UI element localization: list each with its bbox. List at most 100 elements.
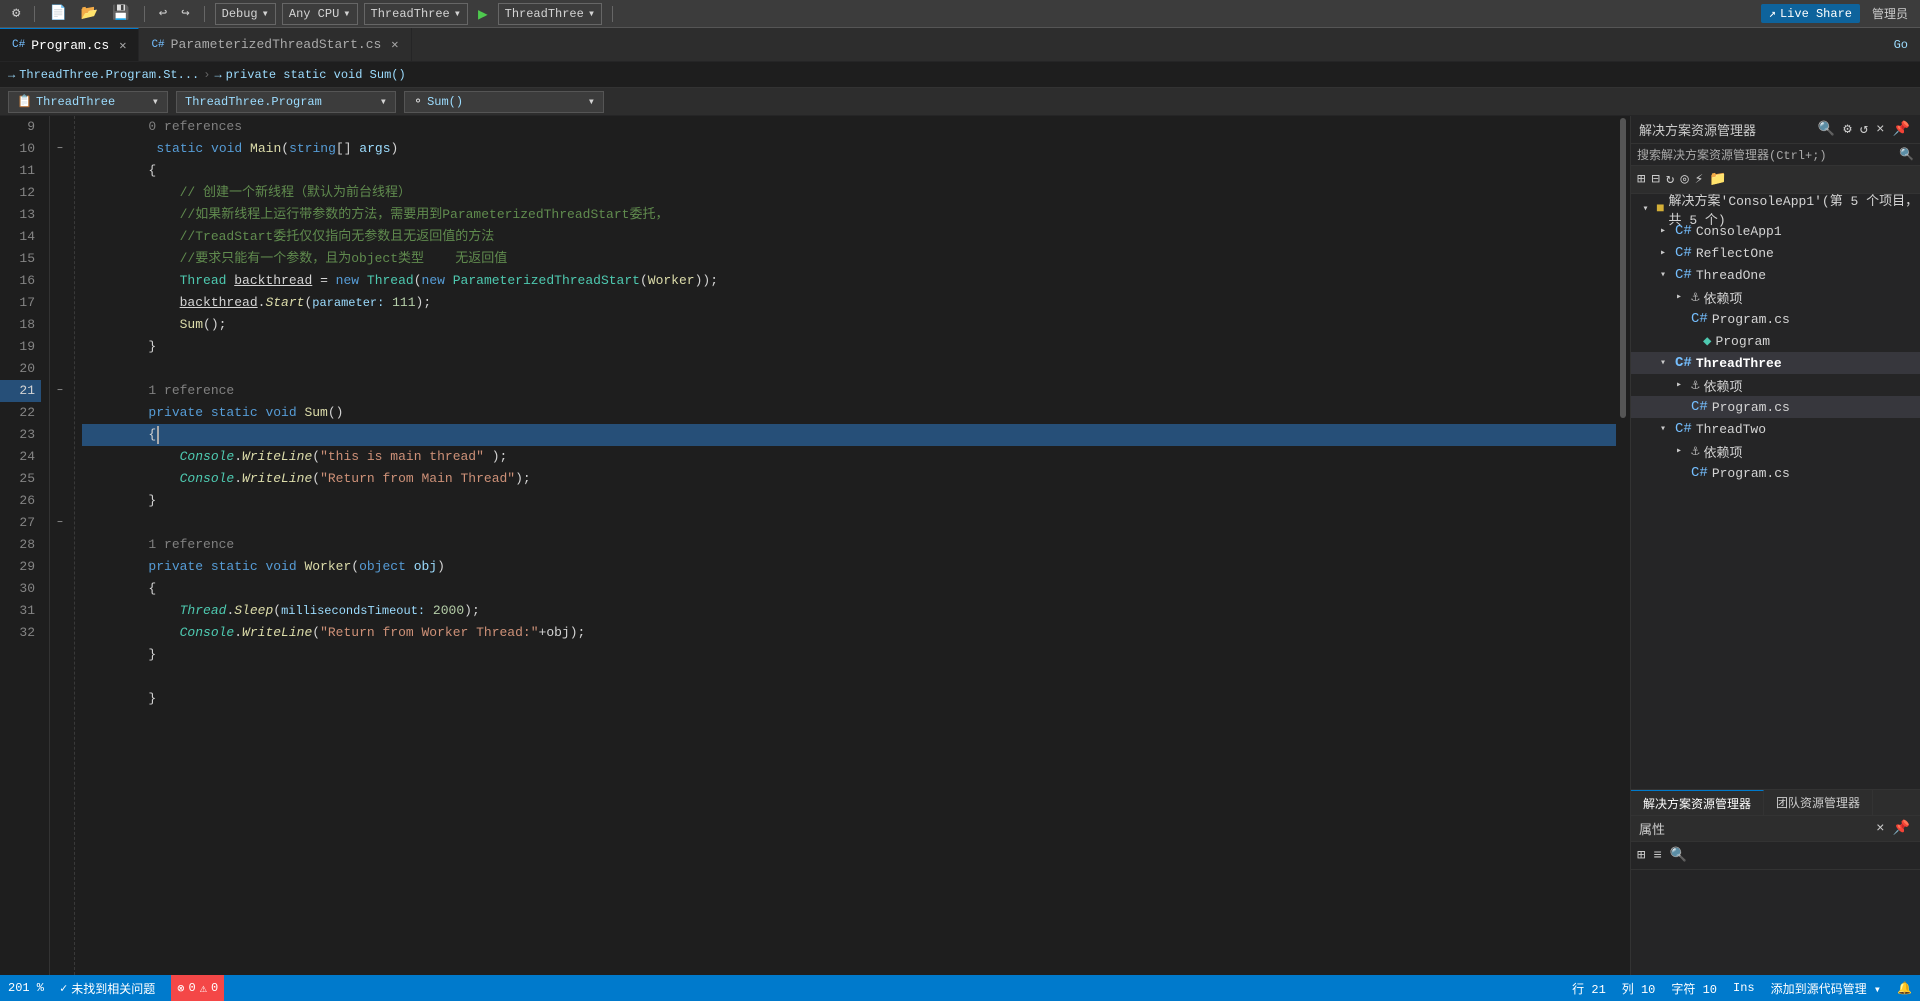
panel-refresh-icon[interactable]: ↺ (1858, 119, 1870, 140)
new-file-icon[interactable]: 📄 (45, 3, 70, 24)
code-line-9[interactable]: static void Main(string[] args) (82, 138, 1616, 160)
code-line-30[interactable]: } (82, 644, 1616, 666)
tree-icon-deps2: ⚓ (1691, 377, 1699, 394)
prop-close-icon[interactable]: × (1874, 819, 1886, 839)
debug-dropdown[interactable]: Debug ▾ (215, 3, 276, 25)
sol-toolbar-icon6[interactable]: 📁 (1707, 169, 1728, 190)
code-line-31[interactable] (82, 666, 1616, 688)
code-line-25[interactable] (82, 512, 1616, 534)
tree-threadone[interactable]: ▾ C# ThreadOne (1631, 264, 1920, 286)
code-line-10[interactable]: { (82, 160, 1616, 182)
cpu-dropdown[interactable]: Any CPU ▾ (282, 3, 358, 25)
code-line-32[interactable]: } (82, 688, 1616, 710)
nav-class-dropdown[interactable]: ThreadThree.Program ▾ (176, 91, 396, 113)
tree-expand-programcs3 (1671, 468, 1687, 479)
tab-bar: C# Program.cs ✕ C# ParameterizedThreadSt… (0, 28, 1920, 62)
sol-toolbar-icon2[interactable]: ⊟ (1649, 169, 1661, 190)
play-button[interactable]: ▶ (474, 2, 492, 26)
tree-reflectone[interactable]: ▸ C# ReflectOne (1631, 242, 1920, 264)
code-line-20[interactable]: private static void Sum() (82, 402, 1616, 424)
code-line-26[interactable]: private static void Worker(object obj) (82, 556, 1616, 578)
tab-close-inactive[interactable]: ✕ (391, 37, 398, 52)
sol-toolbar-icon3[interactable]: ↻ (1664, 169, 1676, 190)
search-var-icon[interactable]: 🔍 (1899, 147, 1914, 162)
tree-solution-root[interactable]: ▾ ■ 解决方案'ConsoleApp1'(第 5 个项目，共 5 个) (1631, 198, 1920, 220)
panel-search-icon[interactable]: 🔍 (1816, 119, 1837, 140)
code-line-28[interactable]: Thread.Sleep(millisecondsTimeout: 2000); (82, 600, 1616, 622)
manage-label[interactable]: 管理员 (1868, 3, 1912, 24)
redo-icon[interactable]: ↪ (177, 3, 193, 24)
code-line-23[interactable]: Console.WriteLine("Return from Main Thre… (82, 468, 1616, 490)
code-line-13[interactable]: //TreadStart委托仅仅指向无参数且无返回值的方法 (82, 226, 1616, 248)
editor-scrollbar[interactable] (1616, 116, 1630, 975)
tree-threadtwo-programcs[interactable]: C# Program.cs (1631, 462, 1920, 484)
thread-dropdown[interactable]: ThreadThree ▾ (364, 3, 468, 25)
prop-toolbar-icon3[interactable]: 🔍 (1668, 845, 1689, 866)
code-line-29[interactable]: Console.WriteLine("Return from Worker Th… (82, 622, 1616, 644)
code-line-22[interactable]: Console.WriteLine("this is main thread" … (82, 446, 1616, 468)
tree-threadthree-programcs[interactable]: C# Program.cs (1631, 396, 1920, 418)
sol-toolbar-icon1[interactable]: ⊞ (1635, 169, 1647, 190)
tab-parameterized[interactable]: C# ParameterizedThreadStart.cs ✕ (139, 28, 411, 61)
tree-threadthree[interactable]: ▾ C# ThreadThree (1631, 352, 1920, 374)
tree-label-deps3: 依赖项 (1703, 442, 1742, 461)
tree-threadtwo[interactable]: ▾ C# ThreadTwo (1631, 418, 1920, 440)
nav-project-dropdown[interactable]: 📋 ThreadThree ▾ (8, 91, 168, 113)
tree-threadone-deps[interactable]: ▸ ⚓ 依赖项 (1631, 286, 1920, 308)
code-line-11[interactable]: // 创建一个新线程（默认为前台线程） (82, 182, 1616, 204)
sol-toolbar-icon4[interactable]: ◎ (1678, 169, 1690, 190)
tab-close-active[interactable]: ✕ (119, 38, 126, 53)
thread-label: ThreadThree (371, 7, 450, 21)
tab-solution-explorer[interactable]: 解决方案资源管理器 (1631, 790, 1764, 815)
code-line-15[interactable]: Thread backthread = new Thread(new Param… (82, 270, 1616, 292)
code-line-27[interactable]: { (82, 578, 1616, 600)
breadcrumb-item1[interactable]: ThreadThree.Program.St... (19, 68, 199, 82)
code-line-14[interactable]: //要求只能有一个参数，且为object类型 无返回值 (82, 248, 1616, 270)
code-line-17[interactable]: Sum(); (82, 314, 1616, 336)
tree-threadthree-deps[interactable]: ▸ ⚓ 依赖项 (1631, 374, 1920, 396)
panel-settings-icon[interactable]: ⚙ (1841, 119, 1853, 140)
sol-toolbar-icon5[interactable]: ⚡ (1693, 169, 1705, 190)
add-to-source-button[interactable]: 添加到源代码管理 ▾ (1771, 980, 1881, 997)
marker-14 (50, 226, 70, 248)
nav-method-dropdown[interactable]: ⚬ Sum() ▾ (404, 91, 604, 113)
collapse-9[interactable]: − (57, 144, 63, 155)
code-line-24[interactable]: } (82, 490, 1616, 512)
code-line-19[interactable] (82, 358, 1616, 380)
tree-threadone-programcs[interactable]: C# Program.cs (1631, 308, 1920, 330)
open-icon[interactable]: 📂 (77, 3, 102, 24)
sep1 (34, 6, 35, 22)
undo-icon[interactable]: ↩ (155, 3, 171, 24)
code-line-16[interactable]: backthread.Start(parameter: 111); (82, 292, 1616, 314)
breadcrumb-item2[interactable]: private static void Sum() (226, 68, 406, 82)
prop-pin-icon[interactable]: 📌 (1891, 818, 1912, 839)
tree-threadone-program[interactable]: ◆ Program (1631, 330, 1920, 352)
tree-icon-reflectone: C# (1675, 245, 1692, 261)
line-22: 22 (0, 402, 41, 424)
status-bell-icon[interactable]: 🔔 (1897, 981, 1912, 996)
go-button[interactable]: Go (1882, 28, 1920, 61)
panel-close-icon[interactable]: × (1874, 120, 1886, 140)
tab-team-explorer[interactable]: 团队资源管理器 (1764, 790, 1873, 815)
collapse-20[interactable]: − (57, 386, 63, 397)
search-variable-box: 搜索解决方案资源管理器(Ctrl+;) 🔍 (1631, 144, 1920, 166)
panel-pin-icon[interactable]: 📌 (1891, 119, 1912, 140)
status-errors[interactable]: ⊗ 0 ⚠ 0 (171, 975, 224, 1001)
tree-threadtwo-deps[interactable]: ▸ ⚓ 依赖项 (1631, 440, 1920, 462)
scroll-thumb[interactable] (1620, 118, 1626, 418)
collapse-26[interactable]: − (57, 518, 63, 529)
live-share-label: Live Share (1780, 7, 1852, 21)
warning-count: 0 (211, 981, 218, 995)
code-line-21[interactable]: { (82, 424, 1616, 446)
code-content[interactable]: 0 references static void Main(string[] a… (82, 116, 1616, 975)
thread2-dropdown[interactable]: ThreadThree ▾ (498, 3, 602, 25)
code-line-12[interactable]: //如果新线程上运行带参数的方法，需要用到ParameterizedThread… (82, 204, 1616, 226)
tab-program-cs-active[interactable]: C# Program.cs ✕ (0, 28, 139, 61)
save-icon[interactable]: 💾 (108, 3, 133, 24)
live-share-button[interactable]: ↗ Live Share (1761, 4, 1860, 23)
prop-toolbar-icon1[interactable]: ⊞ (1635, 845, 1647, 866)
code-line-18[interactable]: } (82, 336, 1616, 358)
top-toolbar: ⚙ 📄 📂 💾 ↩ ↪ Debug ▾ Any CPU ▾ ThreadThre… (0, 0, 1920, 28)
line-24: 24 (0, 446, 41, 468)
prop-toolbar-icon2[interactable]: ≡ (1651, 846, 1663, 866)
